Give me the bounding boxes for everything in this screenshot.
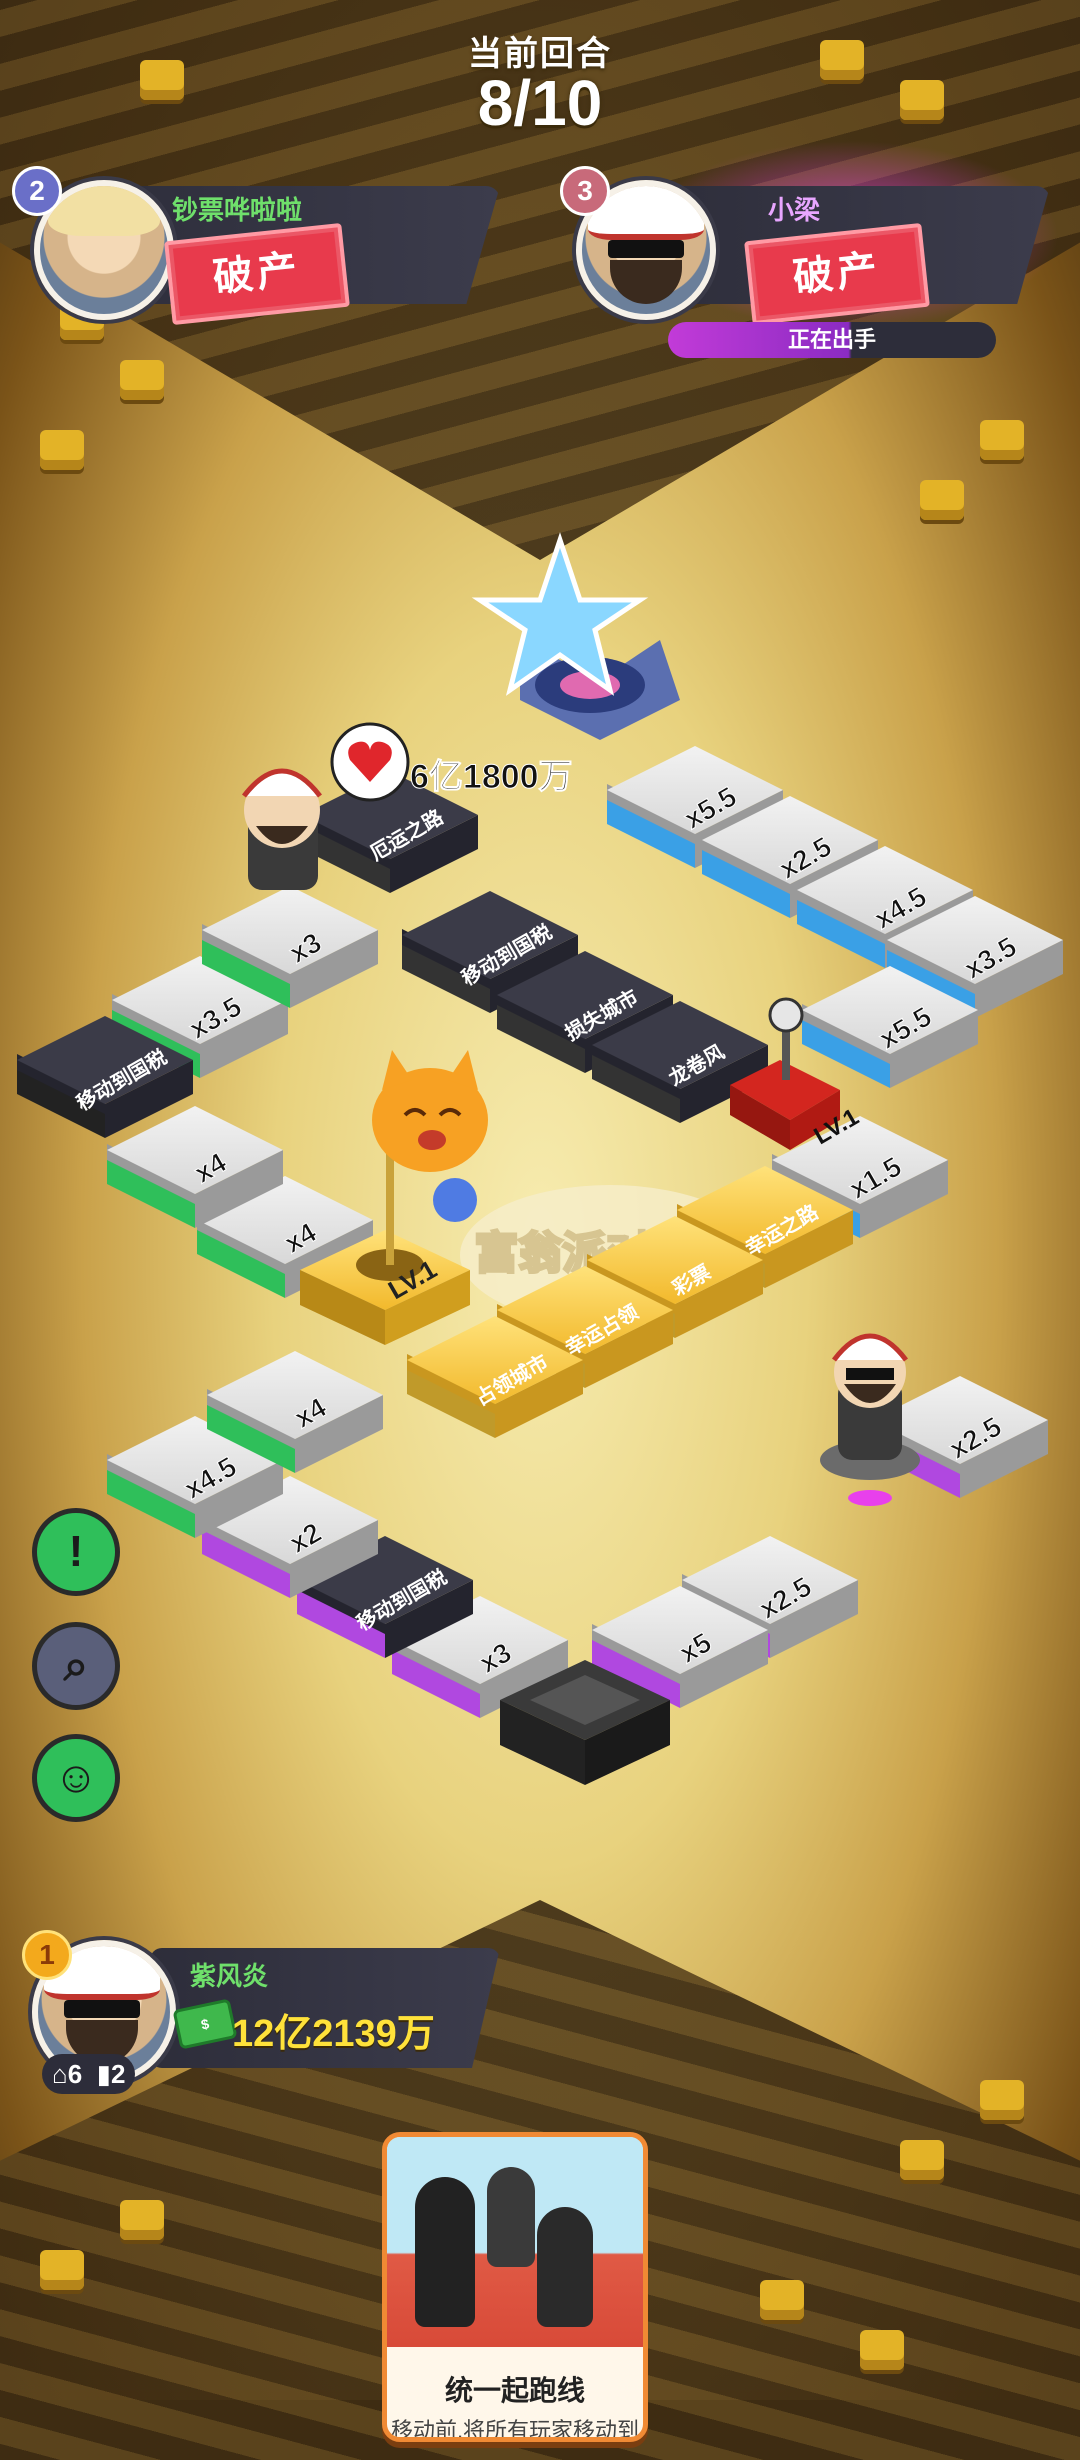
amount-popup: 6亿1800万 bbox=[410, 758, 573, 796]
rank-badge-1: 1 bbox=[22, 1930, 72, 1980]
exclamation-icon[interactable]: ! bbox=[32, 1508, 120, 1596]
card-icon: ▮ bbox=[96, 2059, 111, 2089]
house-count: 6 bbox=[67, 2059, 83, 2089]
card-title: 统一起跑线 bbox=[444, 2375, 585, 2406]
house-icon: ⌂ bbox=[52, 2059, 68, 2089]
avatar-sunglasses bbox=[64, 2000, 140, 2018]
card-illustration bbox=[387, 2137, 643, 2347]
emoji-glyph: ☺ bbox=[53, 1753, 99, 1802]
magnifier-glyph: ⌕ bbox=[63, 1641, 89, 1690]
start-star-icon bbox=[471, 532, 680, 740]
emoji-icon[interactable]: ☺ bbox=[32, 1734, 120, 1822]
card-description: 移动前,将所有玩家移动到 bbox=[390, 2418, 640, 2442]
action-card[interactable]: 统一起跑线 移动前,将所有玩家移动到 bbox=[382, 2132, 648, 2442]
card-count: 2 bbox=[110, 2059, 126, 2089]
exclamation-glyph: ! bbox=[68, 1527, 84, 1576]
my-money: 12亿2139万 bbox=[232, 2013, 435, 2055]
my-stats: ⌂6 ▮2 bbox=[42, 2054, 136, 2094]
my-player-name: 紫风炎 bbox=[190, 1961, 269, 1991]
magnifier-icon[interactable]: ⌕ bbox=[32, 1622, 120, 1710]
